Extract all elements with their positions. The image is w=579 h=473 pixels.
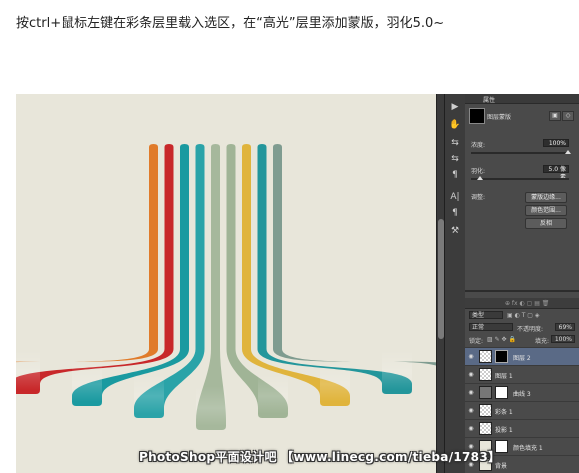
panel-icons-row: ⊕ fx ◐ ▢ ▤ 🗑 [505,300,550,307]
layer-row[interactable]: ◉ 图层 1 [465,365,579,383]
mask-title: 图层蒙版 [487,114,512,121]
layer-name: 彩条 1 [495,409,513,416]
instruction-caption: 按ctrl+鼠标左键在彩条层里载入选区，在“高光”层里添加蒙版，羽化5.0~ [16,16,445,31]
layer-name: 曲线 3 [513,391,531,398]
layers-panel-header: ⊕ fx ◐ ▢ ▤ 🗑 [465,298,579,309]
layer-filter-select[interactable]: 类型 [469,311,503,319]
layer-row[interactable]: ◉ 投影 1 [465,419,579,437]
vector-mask-icon[interactable]: ◇ [562,111,574,121]
swap-icon[interactable]: ⇆ [447,152,463,166]
properties-title: 属性 [483,97,496,104]
panel-divider [465,290,579,292]
feather-slider[interactable] [471,176,569,180]
right-panels: 属性 图层蒙版 ▣ ◇ 浓度: 100% 羽化: 5.0 像素 调整: 蒙版边缘… [465,94,579,473]
refine-label: 调整: [471,194,486,201]
density-value[interactable]: 100% [543,139,569,147]
invert-button[interactable]: 反相 [525,218,567,229]
stripe-highlight [134,374,164,414]
paragraph-icon[interactable]: ¶ [447,168,463,182]
character-icon[interactable]: A| [447,190,463,204]
blend-mode-select[interactable]: 正常 [469,323,513,331]
photoshop-screenshot: ▶ ✋ ⇆ ⇆ ¶ A| ¶ ⚒ 属性 图层蒙版 ▣ ◇ 浓度: 100% 羽化… [16,94,579,473]
lock-row: 锁定: ▨ ✎ ✥ 🔒 填充: 100% [465,334,579,345]
blend-row: 正常 不透明度: 69% [465,322,579,333]
properties-panel-header: 属性 [465,94,579,104]
layer-thumbnail [479,422,492,435]
filter-icons[interactable]: ▣ ◐ T ▢ ◈ [507,312,539,319]
opacity-value[interactable]: 69% [555,323,575,331]
stripe-highlight [16,350,40,390]
play-icon[interactable]: ▶ [447,100,463,114]
layer-thumbnail [479,350,492,363]
stripe-highlight [72,362,102,402]
mask-thumbnail [469,108,485,124]
layer-row[interactable]: ◉ 彩条 1 [465,401,579,419]
layer-thumbnail [479,404,492,417]
layer-mask-thumbnail[interactable] [495,350,508,363]
eye-icon[interactable]: ◉ [467,353,475,360]
layer-name: 投影 1 [495,427,513,434]
site-watermark: PhotoShop平面设计吧 【www.linecg.com/tieba/178… [139,450,501,464]
stripe-highlight [258,374,288,414]
eye-icon[interactable]: ◉ [467,389,475,396]
swap-icon[interactable]: ⇆ [447,136,463,150]
density-slider-knob[interactable] [565,150,571,154]
lock-label: 锁定: [469,338,484,345]
fill-label: 填充: [535,338,550,345]
layer-name: 图层 1 [495,373,513,380]
stripe-highlight [196,386,226,426]
tool-presets-icon[interactable]: ⚒ [447,224,463,238]
panel-tool-strip: ▶ ✋ ⇆ ⇆ ¶ A| ¶ ⚒ [444,94,466,473]
opacity-label: 不透明度: [517,326,544,333]
fill-value[interactable]: 100% [551,335,575,343]
eye-icon[interactable]: ◉ [467,371,475,378]
layers-filter-row: 类型 ▣ ◐ T ▢ ◈ [465,310,579,321]
document-canvas[interactable] [16,94,436,473]
density-label: 浓度: [471,142,486,149]
feather-value[interactable]: 5.0 像素 [543,165,569,181]
feather-label: 羽化: [471,168,486,175]
eye-icon[interactable]: ◉ [467,407,475,414]
color-stripe [273,144,436,366]
color-stripe [16,144,158,363]
layer-row[interactable]: ◉ 曲线 3 [465,383,579,401]
layer-row[interactable]: ◉ 图层 2 [465,347,579,365]
layer-name: 颜色填充 1 [513,445,543,452]
layer-name: 图层 2 [513,355,531,362]
layer-mask-thumbnail[interactable] [495,386,508,399]
eye-icon[interactable]: ◉ [467,425,475,432]
paragraph-icon[interactable]: ¶ [447,206,463,220]
stripe-highlight [382,350,412,390]
stripes-artwork [16,144,436,430]
color-range-button[interactable]: 颜色范围... [525,205,567,216]
mask-edge-button[interactable]: 蒙版边缘... [525,192,567,203]
layer-thumbnail [479,368,492,381]
adjustment-icon [479,386,492,399]
density-slider[interactable] [471,150,571,154]
hand-icon[interactable]: ✋ [447,118,463,132]
feather-slider-knob[interactable] [477,176,483,180]
lock-icons[interactable]: ▨ ✎ ✥ 🔒 [487,336,516,343]
pixel-mask-icon[interactable]: ▣ [549,111,561,121]
